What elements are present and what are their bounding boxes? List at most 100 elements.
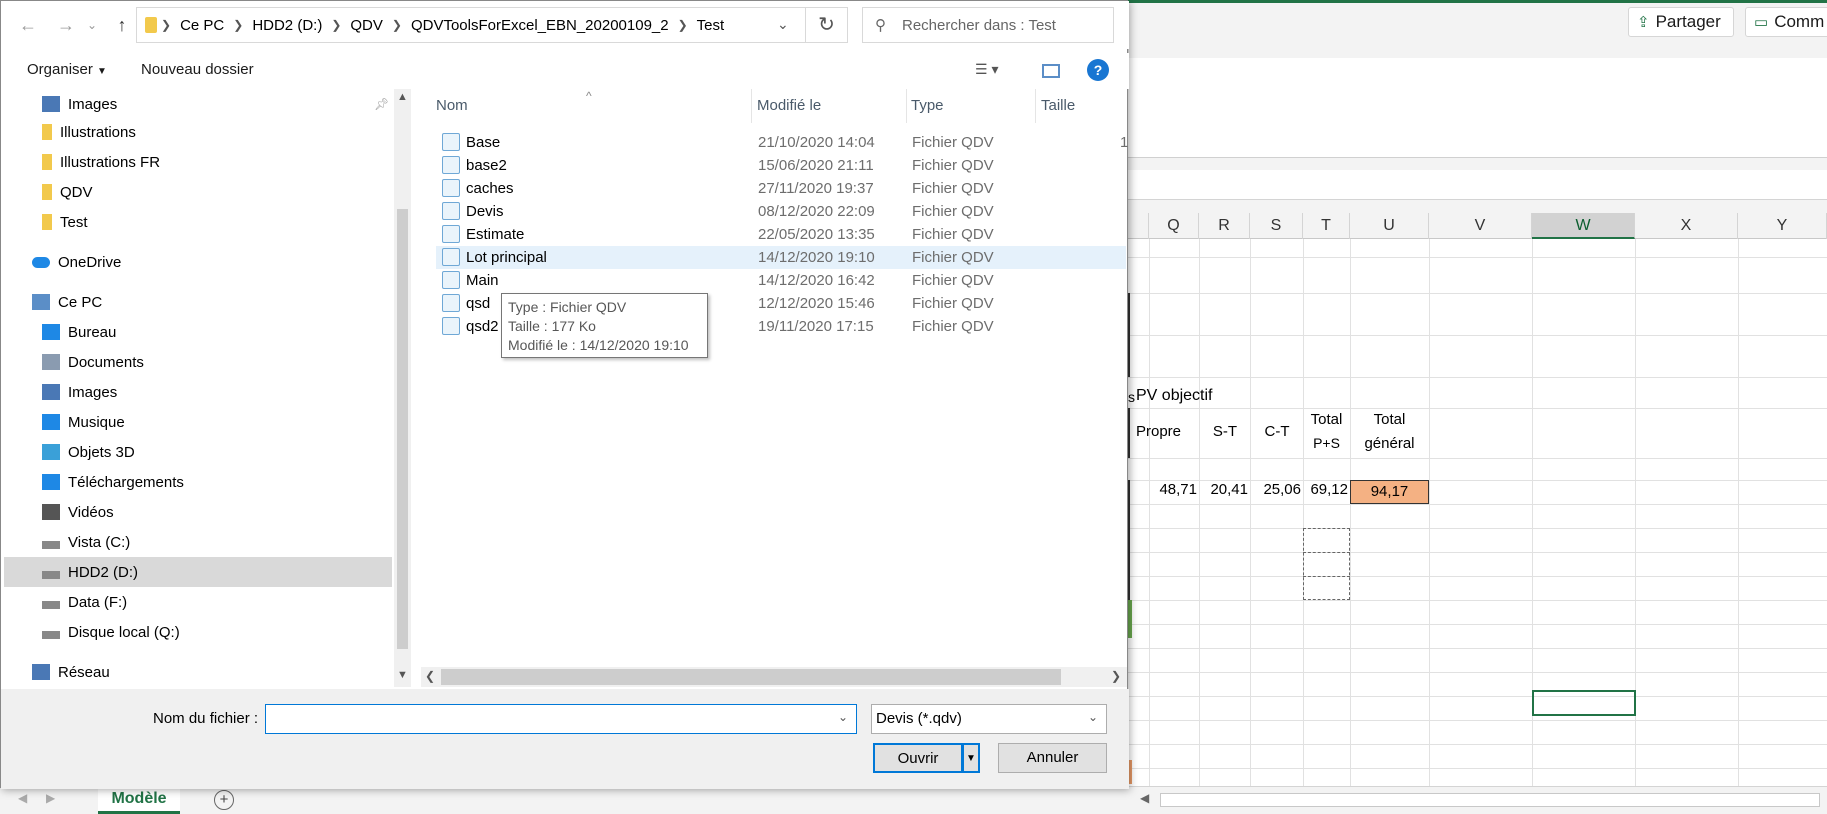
help-icon[interactable]: ? <box>1087 59 1109 81</box>
add-sheet-icon[interactable]: + <box>214 790 234 810</box>
qdv-file-icon <box>442 179 460 197</box>
chevron-down-icon[interactable]: ⌄ <box>777 16 789 33</box>
column-name[interactable]: Nom <box>436 97 468 114</box>
comments-button[interactable]: ▭ Comm <box>1745 7 1827 37</box>
cell-value-total-gen[interactable]: 94,17 <box>1350 480 1429 504</box>
sheet-tab-modele[interactable]: Modèle <box>98 786 180 814</box>
breadcrumb-item[interactable]: Ce PC <box>171 17 233 34</box>
cell-propre[interactable]: Propre <box>1136 423 1181 440</box>
nav-item[interactable]: Téléchargements <box>4 467 392 497</box>
qdv-file-icon <box>442 317 460 335</box>
organize-button[interactable]: Organiser ▼ <box>27 61 107 78</box>
cancel-button[interactable]: Annuler <box>998 743 1107 773</box>
nav-item[interactable]: Data (F:) <box>4 587 392 617</box>
scroll-right-icon[interactable]: ❯ <box>1111 669 1121 683</box>
active-cell[interactable] <box>1532 690 1636 716</box>
nav-item[interactable]: Objets 3D <box>4 437 392 467</box>
file-row[interactable]: base2 15/06/2020 21:11 Fichier QDV <box>436 154 1126 177</box>
file-hscroll[interactable]: ❮ ❯ <box>421 667 1127 687</box>
nav-item[interactable]: Documents <box>4 347 392 377</box>
column-header[interactable]: Q <box>1149 213 1199 239</box>
nav-item[interactable]: Images <box>4 377 392 407</box>
cell-st[interactable]: S-T <box>1203 423 1247 440</box>
column-header[interactable]: R <box>1199 213 1250 239</box>
next-sheet-icon[interactable]: ▶ <box>46 791 55 805</box>
spreadsheet-grid[interactable]: s PV objectif Propre S-T C-T Total P+S T… <box>1128 239 1827 789</box>
nav-item[interactable]: Bureau <box>4 317 392 347</box>
cell-value-ct[interactable]: 25,06 <box>1250 481 1301 498</box>
cell-total-ps-2[interactable]: P+S <box>1303 435 1350 451</box>
forward-arrow-icon[interactable]: → <box>55 14 77 36</box>
recent-chevron-icon[interactable]: ⌄ <box>81 14 103 36</box>
up-arrow-icon[interactable]: ↑ <box>111 14 133 36</box>
refresh-icon[interactable]: ↻ <box>806 7 848 43</box>
nav-item[interactable]: Illustrations <box>4 117 392 147</box>
nav-item[interactable]: QDV <box>4 177 392 207</box>
cell-text[interactable]: s <box>1128 389 1135 405</box>
column-header[interactable]: S <box>1250 213 1303 239</box>
cell-value-total-ps[interactable]: 69,12 <box>1303 481 1348 498</box>
scroll-down-icon[interactable]: ▼ <box>397 669 408 681</box>
preview-pane-icon[interactable] <box>1042 64 1060 78</box>
hscroll-left-icon[interactable]: ◀ <box>1140 791 1149 805</box>
new-folder-button[interactable]: Nouveau dossier <box>141 61 254 78</box>
breadcrumb-item[interactable]: Test <box>688 17 734 34</box>
column-header[interactable]: U <box>1350 213 1429 239</box>
file-row[interactable]: caches 27/11/2020 19:37 Fichier QDV <box>436 177 1126 200</box>
nav-item[interactable]: Réseau <box>4 657 392 687</box>
column-header[interactable]: Y <box>1738 213 1827 239</box>
nav-item[interactable]: Ce PC <box>4 287 392 317</box>
column-header[interactable]: X <box>1635 213 1738 239</box>
view-options-icon[interactable]: ☰ ▾ <box>975 61 998 78</box>
column-type[interactable]: Type <box>911 97 944 114</box>
cell-value-propre[interactable]: 48,71 <box>1149 481 1197 498</box>
file-row[interactable]: Main 14/12/2020 16:42 Fichier QDV <box>436 269 1126 292</box>
search-box[interactable]: ⚲ Rechercher dans : Test <box>862 7 1114 43</box>
cell-value-st[interactable]: 20,41 <box>1199 481 1248 498</box>
scroll-up-icon[interactable]: ▲ <box>397 91 408 103</box>
cell-total-gen-1[interactable]: Total <box>1350 411 1429 428</box>
share-button[interactable]: ⇪ Partager <box>1628 7 1734 37</box>
nav-item[interactable]: Illustrations FR <box>4 147 392 177</box>
cell-total-ps-1[interactable]: Total <box>1303 411 1350 428</box>
nav-item[interactable]: OneDrive <box>4 247 392 277</box>
nav-item[interactable]: Test <box>4 207 392 237</box>
open-button[interactable]: Ouvrir <box>873 743 963 773</box>
breadcrumb-item[interactable]: QDV <box>341 17 392 34</box>
nav-scrollbar[interactable]: ▲ ▼ <box>394 89 411 687</box>
nav-item[interactable]: Musique <box>4 407 392 437</box>
column-modified[interactable]: Modifié le <box>757 97 821 114</box>
cell-ct[interactable]: C-T <box>1254 423 1300 440</box>
column-header[interactable]: T <box>1303 213 1350 239</box>
hscroll-thumb[interactable] <box>441 669 1061 685</box>
nav-item[interactable]: Vidéos <box>4 497 392 527</box>
file-row[interactable]: Base 21/10/2020 14:04 Fichier QDV 1 <box>436 131 1128 154</box>
filetype-select[interactable]: Devis (*.qdv) ⌄ <box>871 704 1107 734</box>
file-row[interactable]: Devis 08/12/2020 22:09 Fichier QDV <box>436 200 1126 223</box>
chevron-down-icon[interactable]: ⌄ <box>838 710 848 724</box>
scroll-thumb[interactable] <box>397 209 408 649</box>
back-arrow-icon[interactable]: ← <box>17 14 39 36</box>
nav-item[interactable]: Disque local (Q:) <box>4 617 392 647</box>
cell-pv-objectif[interactable]: PV objectif <box>1136 387 1212 405</box>
column-header-selected[interactable]: W <box>1532 213 1635 239</box>
nav-item[interactable]: Vista (C:) <box>4 527 392 557</box>
breadcrumb-item[interactable]: QDVToolsForExcel_EBN_20200109_2 <box>402 17 678 34</box>
nav-item[interactable]: Images <box>4 89 392 119</box>
column-size[interactable]: Taille <box>1041 97 1075 114</box>
scroll-left-icon[interactable]: ❮ <box>425 669 435 683</box>
breadcrumb-item[interactable]: HDD2 (D:) <box>243 17 331 34</box>
file-row[interactable]: Estimate 22/05/2020 13:35 Fichier QDV <box>436 223 1126 246</box>
filename-field[interactable]: ⌄ <box>265 704 857 734</box>
column-header[interactable]: V <box>1429 213 1532 239</box>
file-row[interactable]: Lot principal 14/12/2020 19:10 Fichier QDV <box>436 246 1126 269</box>
cell-total-gen-2[interactable]: général <box>1350 435 1429 452</box>
nav-item[interactable]: HDD2 (D:) <box>4 557 392 587</box>
search-input[interactable]: Rechercher dans : Test <box>902 17 1056 34</box>
column-header-p[interactable] <box>1128 213 1149 239</box>
formula-bar[interactable] <box>1128 170 1827 200</box>
open-dropdown-icon[interactable]: ▼ <box>962 743 980 773</box>
prev-sheet-icon[interactable]: ◀ <box>18 791 27 805</box>
breadcrumb[interactable]: ❯ Ce PC ❯ HDD2 (D:) ❯ QDV ❯ QDVToolsForE… <box>136 7 806 43</box>
excel-hscroll[interactable] <box>1160 793 1820 807</box>
